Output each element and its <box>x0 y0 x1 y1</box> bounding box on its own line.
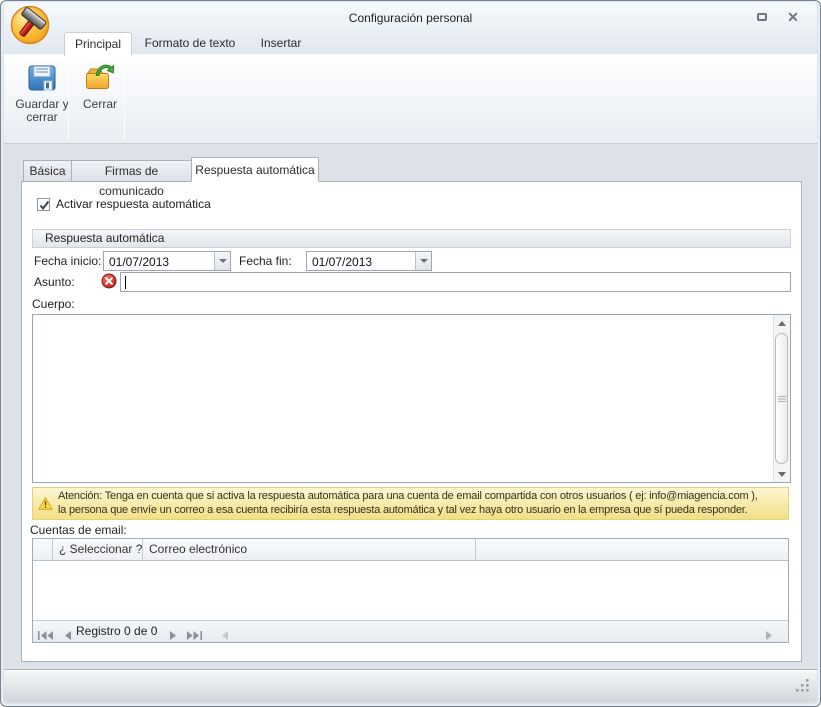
email-accounts-grid: ¿ Seleccionar ? Correo electrónico Regis… <box>32 538 789 643</box>
window-title: Configuración personal <box>348 11 473 25</box>
pager-status-text: Registro 0 de 0 <box>76 624 158 638</box>
check-icon <box>39 200 50 210</box>
tab-basica[interactable]: Básica <box>23 160 72 182</box>
fecha-fin-label: Fecha fin: <box>239 254 292 268</box>
grid-body-empty[interactable] <box>33 561 788 620</box>
cuerpo-label: Cuerpo: <box>32 297 75 311</box>
status-bar <box>4 669 817 702</box>
scroll-down-button[interactable] <box>774 466 790 482</box>
triangle-down-icon <box>778 471 786 477</box>
grid-header-correo-electronico[interactable]: Correo electrónico <box>143 539 476 560</box>
respuesta-automatica-panel: Activar respuesta automática Respuesta a… <box>21 181 802 662</box>
guardar-label: Guardar y cerrar <box>15 97 69 124</box>
ribbon-tab-insertar[interactable]: Insertar <box>250 32 312 55</box>
asunto-label: Asunto: <box>34 275 75 289</box>
folder-green-arrow-icon <box>84 62 116 94</box>
cerrar-button[interactable]: Cerrar <box>76 58 124 140</box>
triangle-up-icon <box>778 320 786 326</box>
previous-record-button[interactable] <box>64 627 71 645</box>
ribbon-toolbar: Guardar y cerrar Cerrar <box>4 54 817 144</box>
activar-checkbox[interactable] <box>37 197 50 211</box>
save-floppy-icon <box>26 62 58 94</box>
ribbon-separator <box>124 56 125 140</box>
restore-box-icon <box>757 13 767 21</box>
scroll-right-button[interactable] <box>766 627 773 645</box>
grip-icon <box>777 395 786 402</box>
minimize-button[interactable] <box>753 10 771 26</box>
warning-text-line2: la persona que envíe un correo a esa cue… <box>58 504 748 516</box>
grid-header-seleccionar[interactable]: ¿ Seleccionar ? <box>53 539 143 560</box>
grid-header-filler <box>476 539 788 560</box>
chevron-down-icon <box>419 259 428 263</box>
vertical-scrollbar[interactable] <box>773 315 790 482</box>
grid-pager: Registro 0 de 0 <box>33 620 788 642</box>
resize-grip[interactable] <box>795 679 810 697</box>
cerrar-label: Cerrar <box>82 97 117 111</box>
ribbon-tab-formato[interactable]: Formato de texto <box>138 32 242 55</box>
chevron-down-icon <box>218 259 227 263</box>
grid-header-indicator <box>33 539 53 560</box>
fecha-fin-combo[interactable]: 01/07/2013 <box>306 251 432 271</box>
cuerpo-textarea[interactable] <box>32 314 791 483</box>
scroll-up-button[interactable] <box>774 315 790 331</box>
first-record-button[interactable] <box>38 627 53 645</box>
warning-triangle-icon <box>38 496 53 510</box>
text-caret <box>125 276 126 289</box>
error-icon <box>101 273 117 289</box>
group-caption: Respuesta automática <box>32 229 791 248</box>
fecha-inicio-value: 01/07/2013 <box>109 255 170 269</box>
asunto-input[interactable] <box>120 272 791 292</box>
fecha-inicio-dropdown-button[interactable] <box>214 252 230 270</box>
ribbon-separator <box>68 56 69 140</box>
guardar-y-cerrar-button[interactable]: Guardar y cerrar <box>13 58 71 140</box>
fecha-inicio-label: Fecha inicio: <box>34 254 102 268</box>
last-record-button[interactable] <box>187 627 202 645</box>
fecha-inicio-combo[interactable]: 01/07/2013 <box>103 251 231 271</box>
warning-text-line1: Atención: Tenga en cuenta que si activa … <box>58 490 758 502</box>
dialog-window: Configuración personal ✕ Principal Forma… <box>0 0 821 707</box>
warning-banner: Atención: Tenga en cuenta que si activa … <box>32 487 789 520</box>
scroll-left-button[interactable] <box>221 627 228 645</box>
ribbon-tab-principal[interactable]: Principal <box>64 32 132 56</box>
tab-firmas-de-comunicado[interactable]: Firmas de comunicado <box>71 160 192 198</box>
hammer-icon[interactable] <box>10 4 50 46</box>
fecha-fin-value: 01/07/2013 <box>312 255 373 269</box>
title-bar[interactable]: Configuración personal ✕ Principal Forma… <box>4 3 817 56</box>
tab-respuesta-automatica[interactable]: Respuesta automática <box>191 157 319 182</box>
x-icon: ✕ <box>787 9 799 25</box>
close-button[interactable]: ✕ <box>784 10 802 26</box>
next-record-button[interactable] <box>170 627 177 645</box>
fecha-fin-dropdown-button[interactable] <box>415 252 431 270</box>
scrollbar-thumb[interactable] <box>775 333 788 464</box>
grid-header-row: ¿ Seleccionar ? Correo electrónico <box>33 539 788 561</box>
cuentas-de-email-label: Cuentas de email: <box>30 523 127 537</box>
